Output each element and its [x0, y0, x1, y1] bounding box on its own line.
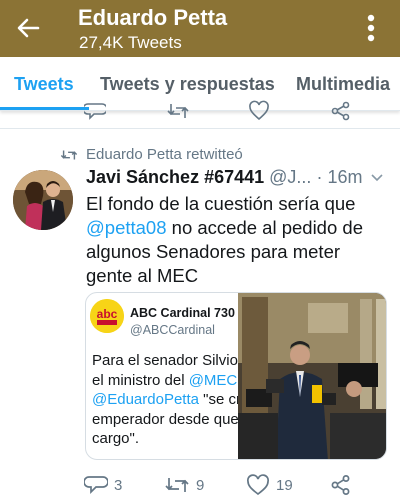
- profile-header: Eduardo Petta 27,4K Tweets: [0, 0, 400, 57]
- like-count: 19: [276, 477, 293, 494]
- retweet-icon[interactable]: [166, 100, 190, 122]
- chevron-down-icon[interactable]: [370, 173, 384, 183]
- previous-tweet-actions: [0, 100, 400, 122]
- retweeted-by-label[interactable]: Eduardo Petta retwitteó: [86, 146, 243, 163]
- svg-text:abc: abc: [97, 307, 118, 321]
- mention-link[interactable]: @EduardoPetta: [92, 391, 199, 408]
- tweet-divider: [0, 128, 400, 129]
- quoted-line: cargo".: [92, 430, 140, 447]
- quoted-line: Para el senador Silvio: [92, 352, 238, 369]
- quoted-line-part: "se cr: [198, 391, 241, 408]
- quoted-line: emperador desde que: [92, 410, 239, 428]
- author-handle[interactable]: @J...: [269, 167, 311, 187]
- retweet-icon: [60, 150, 78, 160]
- quoted-tweet-card[interactable]: abc ABC Cardinal 730 AM @ABCCardinal Par…: [85, 292, 387, 460]
- reply-count: 3: [114, 477, 123, 494]
- press-photo: [238, 293, 386, 459]
- share-icon[interactable]: [330, 474, 352, 496]
- heart-icon[interactable]: [248, 100, 270, 122]
- tweet-author-line: Javi Sánchez #67441 @J... · 16m: [86, 167, 362, 188]
- tweet-text: El fondo de la cuestión sería que @petta…: [86, 192, 390, 288]
- tweet-count: 27,4K Tweets: [79, 33, 182, 52]
- heart-icon[interactable]: [246, 474, 270, 496]
- mention-link[interactable]: @petta08: [86, 217, 167, 238]
- page-title: Eduardo Petta: [78, 5, 228, 30]
- quoted-line-part: el ministro del: [92, 371, 189, 389]
- quoted-tweet-text: Para el senador Silvio el ministro del @…: [92, 351, 242, 449]
- tweet-text-part: El fondo de la cuestión sería que: [86, 193, 356, 214]
- avatar[interactable]: [13, 170, 73, 230]
- tab-tweets-and-replies[interactable]: Tweets y respuestas: [100, 74, 275, 95]
- quoted-line: @EduardoPetta "se cr: [92, 390, 242, 410]
- author-name[interactable]: Javi Sánchez #67441: [86, 167, 264, 187]
- quoted-author-handle: @ABCCardinal: [130, 323, 215, 337]
- retweet-icon[interactable]: [164, 474, 190, 496]
- tweet-time: 16m: [327, 167, 363, 187]
- abc-logo-icon: abc: [90, 299, 124, 333]
- tab-tweets[interactable]: Tweets: [14, 74, 74, 95]
- separator: ·: [311, 167, 328, 187]
- quoted-line: el ministro del @MEC: [92, 371, 242, 391]
- quoted-avatar: abc: [90, 299, 124, 333]
- reply-icon[interactable]: [84, 100, 106, 122]
- share-icon[interactable]: [330, 100, 352, 122]
- tweet-actions: 3 9 19: [0, 474, 400, 498]
- retweet-count: 9: [196, 477, 205, 494]
- mention-link[interactable]: @MEC: [189, 372, 238, 389]
- tab-media[interactable]: Multimedia: [296, 74, 390, 95]
- arrow-left-icon[interactable]: [14, 14, 42, 42]
- quoted-photo[interactable]: [238, 293, 386, 459]
- reply-icon[interactable]: [84, 474, 108, 496]
- more-vertical-icon[interactable]: [362, 12, 380, 44]
